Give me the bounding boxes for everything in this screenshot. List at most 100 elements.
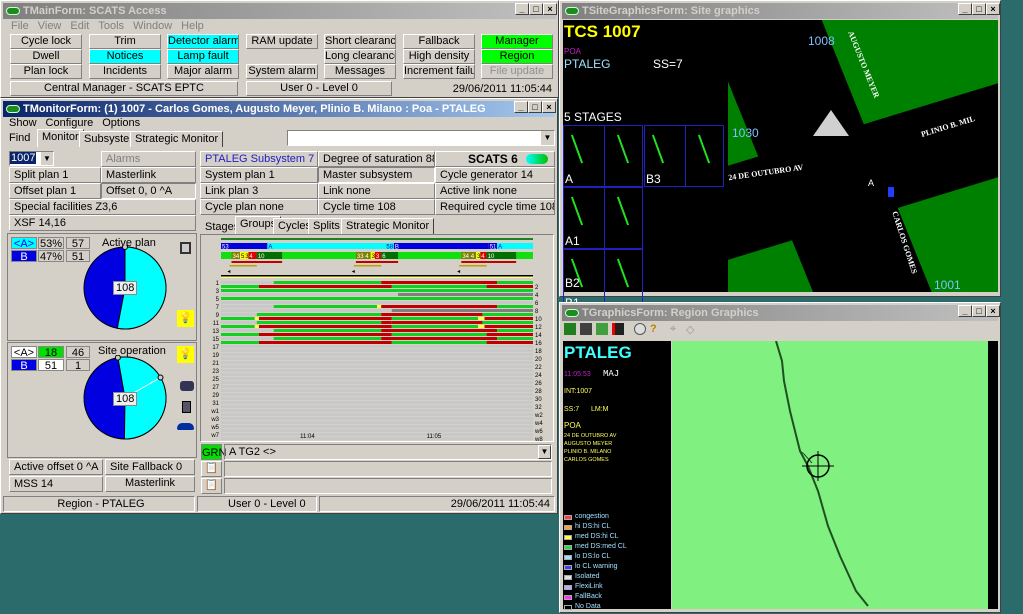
close-button[interactable]: × bbox=[986, 3, 1000, 15]
grid-view-icon[interactable] bbox=[564, 323, 576, 335]
maximize-button[interactable]: □ bbox=[528, 101, 542, 113]
site-graphics-titlebar[interactable]: TSiteGraphicsForm: Site graphics bbox=[562, 3, 998, 19]
status-button-dwell[interactable]: Dwell bbox=[10, 49, 82, 64]
stage-box-a[interactable]: A bbox=[563, 125, 643, 187]
palette-icon[interactable] bbox=[634, 323, 646, 335]
menu-help[interactable]: Help bbox=[181, 20, 204, 32]
minimize-button[interactable]: _ bbox=[958, 305, 972, 317]
table-view-icon[interactable] bbox=[580, 323, 592, 335]
status-button-notices[interactable]: Notices bbox=[89, 49, 161, 64]
chevron-down-icon[interactable]: ▼ bbox=[541, 131, 554, 145]
status-button-file-update[interactable]: File update bbox=[481, 64, 553, 79]
menu-show[interactable]: Show bbox=[9, 117, 37, 129]
menu-window[interactable]: Window bbox=[133, 20, 172, 32]
pan-icon[interactable]: ◇ bbox=[686, 323, 694, 336]
status-button-cycle-lock[interactable]: Cycle lock bbox=[10, 34, 82, 49]
status-button-region[interactable]: Region bbox=[481, 49, 553, 64]
group-signal-segment bbox=[221, 413, 533, 416]
status-button-increment-failure[interactable]: Increment failure bbox=[403, 64, 475, 79]
menu-edit[interactable]: Edit bbox=[70, 20, 89, 32]
group-signal-segment bbox=[258, 341, 392, 344]
close-button[interactable]: × bbox=[986, 305, 1000, 317]
group-signal-segment bbox=[221, 289, 533, 292]
group-signal-segment bbox=[398, 293, 533, 296]
signal-icon[interactable] bbox=[612, 323, 624, 335]
group-label-left: 15 bbox=[212, 337, 219, 343]
paste-button[interactable]: 📋 bbox=[201, 478, 222, 494]
status-button-system-alarm[interactable]: System alarm bbox=[246, 64, 318, 79]
status-button-manager[interactable]: Manager bbox=[481, 34, 553, 49]
group-signal-segment bbox=[273, 337, 382, 340]
menu-configure[interactable]: Configure bbox=[46, 117, 94, 129]
status-button-plan-lock[interactable]: Plan lock bbox=[10, 64, 82, 79]
maximize-button[interactable]: □ bbox=[972, 3, 986, 15]
menu-file[interactable]: File bbox=[11, 20, 29, 32]
stage-divider bbox=[604, 126, 605, 186]
lightbulb-icon[interactable]: 💡 bbox=[177, 346, 194, 363]
status-button-incidents[interactable]: Incidents bbox=[89, 64, 161, 79]
site-select[interactable]: 1007 ▼ bbox=[9, 151, 54, 166]
close-button[interactable]: × bbox=[543, 3, 557, 15]
copy-plan-icon[interactable] bbox=[180, 242, 191, 254]
status-button-major-alarm[interactable]: Major alarm bbox=[167, 64, 239, 79]
group-signal-segment bbox=[221, 373, 533, 376]
menu-view[interactable]: View bbox=[38, 20, 62, 32]
group-label-right: 26 bbox=[535, 381, 542, 387]
menu-tools[interactable]: Tools bbox=[98, 20, 124, 32]
tab-strategic-monitor[interactable]: Strategic Monitor bbox=[130, 131, 224, 147]
chevron-down-icon[interactable]: ▼ bbox=[538, 445, 551, 459]
map-view-icon[interactable] bbox=[596, 323, 608, 335]
car-icon[interactable] bbox=[177, 423, 194, 430]
stage-box-b3[interactable]: B3 bbox=[644, 125, 724, 187]
status-button-lamp-fault[interactable]: Lamp fault bbox=[167, 49, 239, 64]
memory-card-icon[interactable] bbox=[182, 401, 191, 413]
phase-select-value: A TG2 <> bbox=[229, 446, 276, 458]
status-button-short-clearance[interactable]: Short clearance bbox=[324, 34, 396, 49]
close-button[interactable]: × bbox=[542, 101, 556, 113]
monitor-form-titlebar[interactable]: TMonitorForm: (1) 1007 - Carlos Gomes, A… bbox=[3, 101, 555, 117]
minimize-button[interactable]: _ bbox=[514, 101, 528, 113]
chevron-down-icon[interactable]: ▼ bbox=[41, 152, 53, 165]
minimize-button[interactable]: _ bbox=[515, 3, 529, 15]
lightbulb-icon[interactable]: 💡 bbox=[177, 310, 194, 327]
axis-line bbox=[221, 275, 533, 277]
hand-icon[interactable] bbox=[180, 381, 194, 391]
status-button-detector-alarm[interactable]: Detector alarm bbox=[167, 34, 239, 49]
maximize-button[interactable]: □ bbox=[529, 3, 543, 15]
tab-splits[interactable]: Splits bbox=[308, 218, 345, 234]
group-signal-segment bbox=[377, 305, 382, 308]
status-button-long-clearance[interactable]: Long clearance bbox=[324, 49, 396, 64]
minimize-button[interactable]: _ bbox=[958, 3, 972, 15]
monitor-combo[interactable]: ▼ bbox=[287, 130, 555, 146]
paste-button[interactable]: 📋 bbox=[201, 461, 222, 477]
status-button-high-density[interactable]: High density bbox=[403, 49, 475, 64]
status-button-messages[interactable]: Messages bbox=[324, 64, 396, 79]
masterlink-button[interactable]: Masterlink bbox=[105, 476, 195, 492]
tab-strategic-monitor[interactable]: Strategic Monitor bbox=[341, 218, 435, 234]
tab-find[interactable]: Find bbox=[9, 132, 30, 144]
help-icon[interactable]: ? bbox=[650, 323, 657, 335]
menu-options[interactable]: Options bbox=[102, 117, 140, 129]
vertical-scrollbar[interactable] bbox=[988, 341, 998, 609]
tab-monitor[interactable]: Monitor bbox=[37, 129, 84, 147]
group-signal-segment bbox=[381, 337, 498, 340]
stage-box-b2[interactable]: B2 bbox=[563, 249, 643, 291]
top-line bbox=[221, 238, 533, 240]
status-button-trim[interactable]: Trim bbox=[89, 34, 161, 49]
main-form-titlebar[interactable]: TMainForm: SCATS Access bbox=[3, 3, 556, 19]
group-signal-segment bbox=[391, 321, 483, 324]
intersection-map: 1008 1030 1001 AUGUSTO MEYER 24 DE OUTUB… bbox=[728, 20, 998, 292]
status-button-ram-update[interactable]: RAM update bbox=[246, 34, 318, 49]
neighbor-site-north: 1008 bbox=[808, 34, 835, 48]
maximize-button[interactable]: □ bbox=[972, 305, 986, 317]
legend-swatch bbox=[564, 555, 572, 560]
phase-select[interactable]: A TG2 <> ▼ bbox=[224, 444, 552, 460]
stage-bar-segment bbox=[267, 243, 386, 249]
zoom-icon[interactable]: ⌖ bbox=[670, 323, 676, 336]
legend-swatch bbox=[564, 585, 572, 590]
alarms-button[interactable]: Alarms bbox=[101, 151, 196, 167]
stage-box-a1[interactable]: A1 bbox=[563, 187, 643, 249]
region-graphics-titlebar[interactable]: TGraphicsForm: Region Graphics bbox=[562, 305, 998, 321]
group-signal-segment bbox=[381, 329, 498, 332]
status-button-fallback[interactable]: Fallback bbox=[403, 34, 475, 49]
